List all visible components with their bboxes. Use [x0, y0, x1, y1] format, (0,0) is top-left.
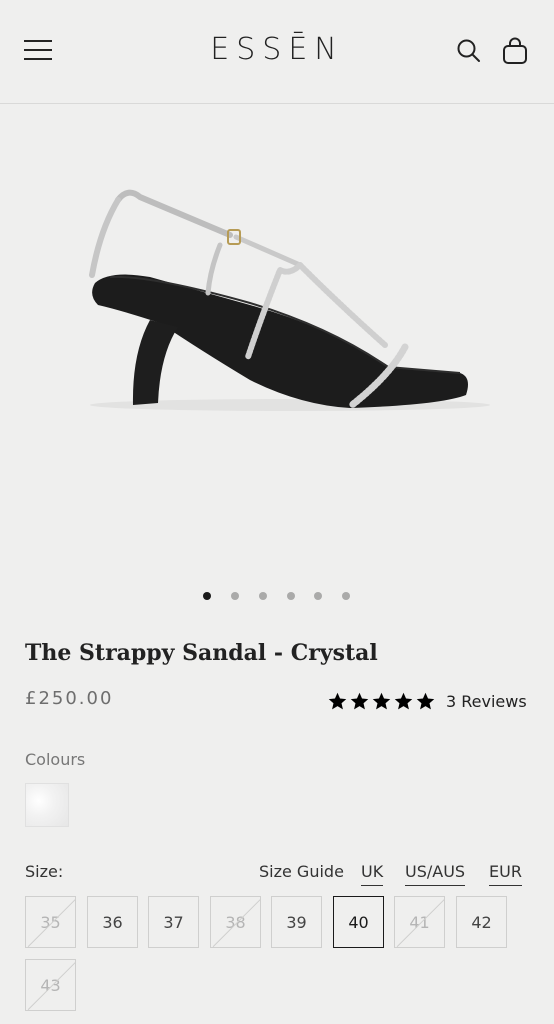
size-option[interactable]: 41	[394, 896, 445, 948]
star-icon	[350, 692, 369, 709]
star-rating	[327, 691, 436, 712]
gallery-dot[interactable]	[314, 592, 322, 600]
reviews-link[interactable]: 3 Reviews	[446, 692, 527, 711]
gallery-dot[interactable]	[342, 592, 350, 600]
size-option[interactable]: 42	[456, 896, 507, 948]
product-rating[interactable]: 3 Reviews	[327, 688, 527, 714]
product-title: The Strappy Sandal - Crystal	[25, 640, 378, 666]
gallery-dot[interactable]	[231, 592, 239, 600]
star-icon	[416, 692, 435, 709]
search-icon[interactable]	[456, 38, 482, 64]
product-price: £250.00	[25, 688, 114, 709]
size-option[interactable]: 43	[25, 959, 76, 1011]
colours-label: Colours	[25, 750, 86, 769]
size-option[interactable]: 37	[148, 896, 199, 948]
size-option[interactable]: 39	[271, 896, 322, 948]
site-header: ESSĒN	[0, 0, 554, 104]
size-unit-eur[interactable]: EUR	[489, 862, 522, 886]
size-option[interactable]: 40	[333, 896, 384, 948]
product-image[interactable]	[0, 105, 554, 575]
size-unit-uk[interactable]: UK	[361, 862, 384, 886]
shopping-bag-icon[interactable]	[502, 37, 528, 65]
gallery-pagination	[0, 590, 554, 602]
size-option[interactable]: 38	[210, 896, 261, 948]
gallery-dot[interactable]	[203, 592, 211, 600]
gallery-dot[interactable]	[287, 592, 295, 600]
size-guide-link[interactable]: Size Guide	[259, 862, 344, 881]
size-option[interactable]: 36	[87, 896, 138, 948]
star-icon	[394, 692, 413, 709]
size-unit-us-aus[interactable]: US/AUS	[405, 862, 466, 886]
gallery-dot[interactable]	[259, 592, 267, 600]
star-icon	[372, 692, 391, 709]
colour-swatch-crystal[interactable]	[25, 783, 69, 827]
star-icon	[328, 692, 347, 709]
size-option[interactable]: 35	[25, 896, 76, 948]
size-label: Size:	[25, 862, 64, 881]
